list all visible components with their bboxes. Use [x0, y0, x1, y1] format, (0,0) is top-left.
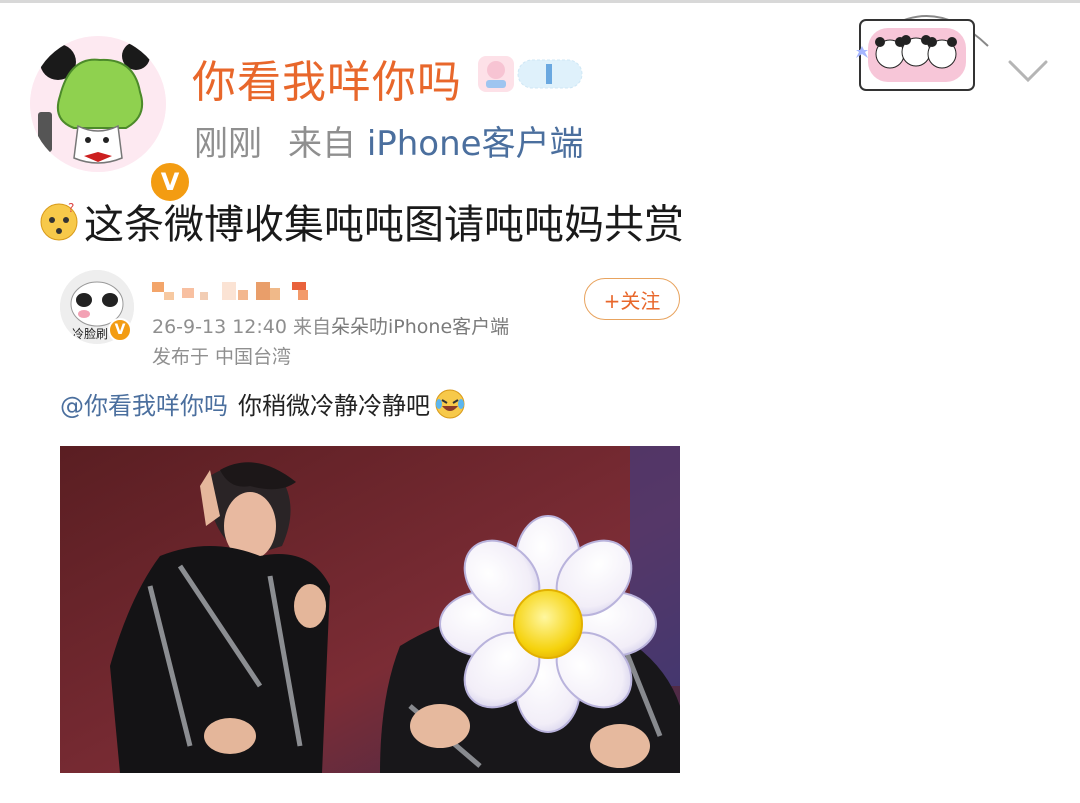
post-meta: 刚刚 来自 iPhone客户端 [194, 116, 584, 165]
thinking-emoji-icon: ? [40, 201, 78, 241]
repost-content: @你看我咩你吗 你稍微冷静冷静吧 [60, 386, 466, 421]
repost-avatar-text: 冷脸刷 [72, 327, 108, 341]
flower-sticker-icon [439, 515, 657, 733]
follow-button[interactable]: +关注 [584, 278, 680, 320]
svg-text:?: ? [68, 201, 74, 215]
repost-text: 你稍微冷静冷静吧 [238, 392, 430, 420]
post-image[interactable] [60, 446, 680, 773]
avatar-icon [30, 36, 166, 172]
post-source[interactable]: iPhone客户端 [367, 124, 584, 164]
repost-time: 26-9-13 12:40 [152, 316, 287, 338]
repost-author-name-blurred[interactable] [152, 278, 322, 304]
repost-source-prefix: 来自 [293, 316, 332, 338]
source-prefix: 来自 [288, 124, 356, 164]
chevron-down-icon[interactable] [1006, 56, 1050, 86]
post-time: 刚刚 [194, 124, 262, 164]
author-name[interactable]: 你看我咩你吗 [192, 46, 462, 110]
post-content: ? 这条微博收集吨吨图请吨吨妈共赏 [38, 192, 684, 250]
decoration-card[interactable] [856, 6, 996, 92]
repost-source[interactable]: 朵朵叻iPhone客户端 [331, 316, 509, 338]
top-divider [0, 0, 1080, 3]
member-badge [478, 52, 588, 96]
repost-meta: 26-9-13 12:40 来自朵朵叻iPhone客户端 [152, 312, 509, 339]
author-avatar[interactable]: V [30, 36, 192, 204]
post-text: 这条微博收集吨吨图请吨吨妈共赏 [84, 202, 684, 248]
verified-icon: V [108, 318, 132, 342]
mention-link[interactable]: @你看我咩你吗 [60, 386, 228, 421]
laughing-emoji-icon [435, 389, 465, 418]
repost-location: 发布于 中国台湾 [152, 346, 292, 368]
